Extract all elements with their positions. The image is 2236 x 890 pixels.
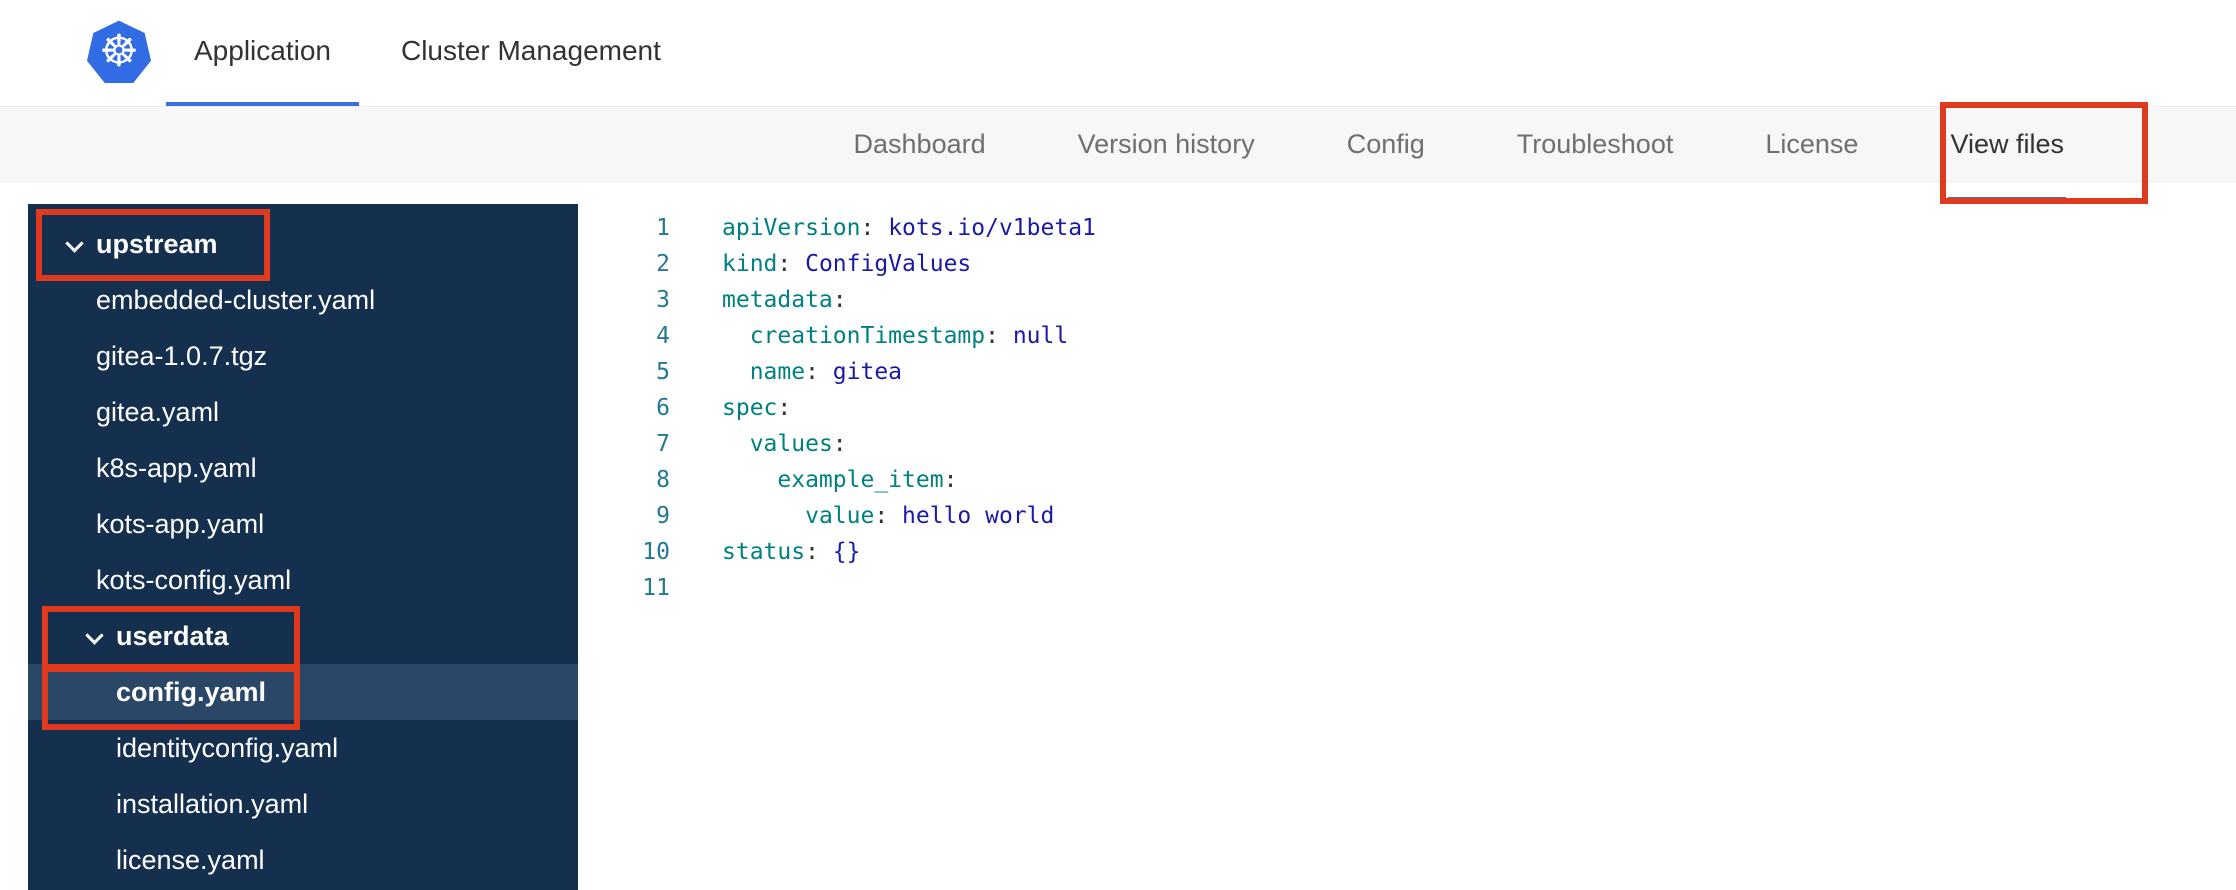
tab-version-history[interactable]: Version history — [1032, 108, 1301, 181]
ship-wheel-glyph: ☸ — [99, 27, 139, 76]
line-number: 4 — [656, 323, 670, 349]
tab-view-files[interactable]: View files — [1904, 108, 2110, 201]
code-line: 2 kind: ConfigValues — [578, 246, 2236, 282]
file-kots-app-yaml[interactable]: kots-app.yaml — [28, 496, 578, 552]
primary-tab-cluster-management[interactable]: Cluster Management — [373, 0, 689, 106]
code-text: status: {} — [722, 539, 861, 565]
line-number: 3 — [656, 287, 670, 313]
code-line: 1 apiVersion: kots.io/v1beta1 — [578, 210, 2236, 246]
folder-upstream[interactable]: upstream — [28, 216, 578, 272]
tab-troubleshoot[interactable]: Troubleshoot — [1471, 108, 1720, 181]
code-line: 7 values: — [578, 426, 2236, 462]
tree-item-label: gitea-1.0.7.tgz — [96, 340, 268, 371]
tree-item-label: identityconfig.yaml — [116, 732, 339, 763]
folder-userdata[interactable]: userdata — [28, 608, 578, 664]
code-text: metadata: — [722, 287, 847, 313]
code-editor[interactable]: 1 apiVersion: kots.io/v1beta1 2 kind: Confi… — [578, 204, 2236, 890]
code-line: 6 spec: — [578, 390, 2236, 426]
file-config-yaml[interactable]: config.yaml — [28, 664, 578, 720]
tab-license[interactable]: License — [1719, 108, 1904, 181]
line-number: 8 — [656, 467, 670, 493]
tab-dashboard[interactable]: Dashboard — [808, 108, 1032, 181]
code-text: apiVersion: kots.io/v1beta1 — [722, 215, 1096, 241]
tree-item-label: kots-app.yaml — [96, 508, 265, 539]
code-text: spec: — [722, 395, 792, 421]
file-tree-sidebar: upstream embedded-cluster.yaml gitea-1.0.7… — [28, 204, 578, 890]
file-embedded-cluster-yaml[interactable]: embedded-cluster.yaml — [28, 272, 578, 328]
code-line: 9 value: hello world — [578, 498, 2236, 534]
code-text: example_item: — [777, 467, 958, 493]
file-license-yaml[interactable]: license.yaml — [28, 832, 578, 888]
code-line: 3 metadata: — [578, 282, 2236, 318]
file-identityconfig-yaml[interactable]: identityconfig.yaml — [28, 720, 578, 776]
code-line: 4 creationTimestamp: null — [578, 318, 2236, 354]
primary-nav: Application Cluster Management — [166, 0, 689, 106]
code-line: 8 example_item: — [578, 462, 2236, 498]
tree-item-label: config.yaml — [116, 676, 267, 707]
tree-item-label: k8s-app.yaml — [96, 452, 257, 483]
code-line: 5 name: gitea — [578, 354, 2236, 390]
tree-item-label: kots-config.yaml — [96, 564, 292, 595]
code-text: values: — [749, 431, 847, 457]
chevron-down-icon[interactable] — [66, 236, 82, 252]
code-text: value: hello world — [805, 503, 1055, 529]
app-root: ☸ Application Cluster Management Dashboar… — [0, 0, 2236, 890]
code-text: kind: ConfigValues — [722, 251, 972, 277]
tab-config[interactable]: Config — [1301, 108, 1471, 181]
file-gitea-yaml[interactable]: gitea.yaml — [28, 384, 578, 440]
tree-item-label: embedded-cluster.yaml — [96, 284, 376, 315]
primary-tab-application[interactable]: Application — [166, 0, 359, 106]
chevron-down-icon[interactable] — [86, 628, 102, 644]
file-k8s-app-yaml[interactable]: k8s-app.yaml — [28, 440, 578, 496]
file-gitea-1-0-7-tgz[interactable]: gitea-1.0.7.tgz — [28, 328, 578, 384]
line-number: 6 — [656, 395, 670, 421]
line-number: 5 — [656, 359, 670, 385]
line-number: 7 — [656, 431, 670, 457]
tree-item-label: gitea.yaml — [96, 396, 220, 427]
code-line: 10 status: {} — [578, 534, 2236, 570]
code-text: name: gitea — [749, 359, 903, 385]
file-kots-config-yaml[interactable]: kots-config.yaml — [28, 552, 578, 608]
tree-item-label: installation.yaml — [116, 788, 309, 819]
line-number: 2 — [656, 251, 670, 277]
file-installation-yaml[interactable]: installation.yaml — [28, 776, 578, 832]
tree-item-label: upstream — [96, 228, 218, 259]
code-line: 11 — [578, 570, 2236, 606]
line-number: 1 — [656, 215, 670, 241]
secondary-nav: Dashboard Version history Config Troublesho… — [0, 108, 2236, 201]
tree-item-label: license.yaml — [116, 844, 265, 875]
kubernetes-logo-icon: ☸ — [86, 20, 152, 86]
code-text: creationTimestamp: null — [749, 323, 1069, 349]
line-number: 10 — [642, 539, 670, 565]
active-tab-underline — [1948, 197, 2066, 201]
top-header: ☸ Application Cluster Management — [0, 0, 2236, 107]
line-number: 11 — [642, 575, 670, 601]
tree-item-label: userdata — [116, 620, 229, 651]
line-number: 9 — [656, 503, 670, 529]
